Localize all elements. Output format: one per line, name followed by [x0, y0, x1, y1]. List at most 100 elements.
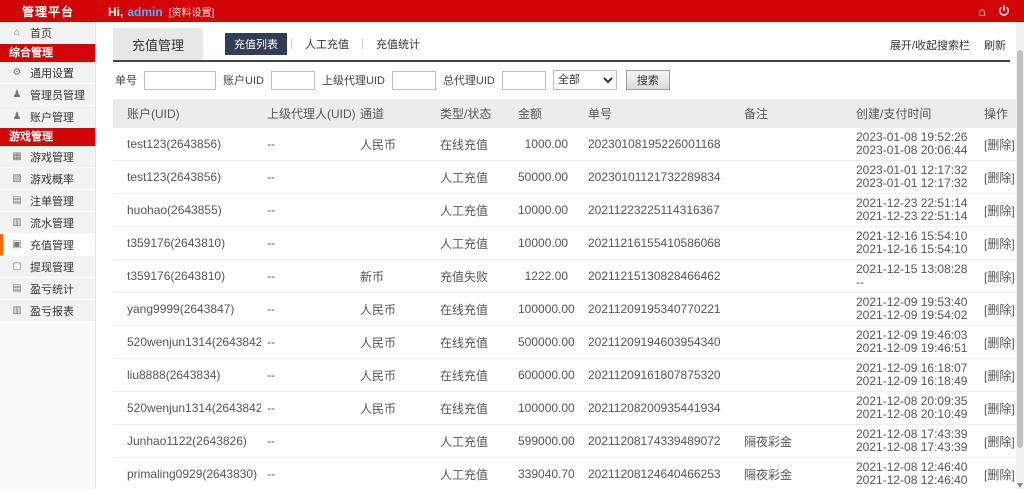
main-content: 充值管理 充值列表 人工充值 充值统计 展开/收起搜索栏 刷新 单号 账户UID… — [97, 22, 1024, 489]
cell-type-status: 人工充值 — [434, 160, 512, 194]
column-header: 类型/状态 — [434, 99, 512, 128]
sidebar-item-home[interactable]: ⌂ 首页 — [0, 22, 95, 44]
cell-account: t359176(2643810) — [113, 226, 261, 260]
delete-link[interactable]: [删除] — [984, 303, 1015, 317]
page-title: 充值管理 — [113, 28, 204, 60]
table-row: t359176(2643810) -- 新币 充值失败 1222.00 2021… — [113, 259, 1024, 293]
cell-order-no: 20211209161807875320 — [582, 358, 738, 392]
column-header: 上级代理人(UID) — [261, 99, 356, 128]
profile-settings-link[interactable]: [资料设置] — [169, 4, 215, 19]
game-icon: ▦ — [12, 151, 22, 162]
delete-link[interactable]: [删除] — [984, 270, 1015, 284]
cell-order-no: 20211216155410586068 — [582, 226, 738, 260]
master-agent-uid-input[interactable] — [501, 70, 546, 90]
sidebar-section-header: 综合管理 — [0, 44, 95, 62]
cell-order-no: 20211223225114316367 — [582, 193, 738, 227]
cell-type-status: 人工充值 — [434, 193, 512, 227]
table-row: Junhao1122(2643826) -- 人工充值 599000.00 20… — [113, 424, 1024, 458]
sidebar-item-admins[interactable]: ♟ 管理员管理 — [0, 84, 95, 106]
table-row: yang9999(2643847) -- 人民币 在线充值 100000.00 … — [113, 292, 1024, 326]
delete-link[interactable]: [删除] — [984, 138, 1015, 152]
stats-icon: ▤ — [12, 283, 22, 294]
flow-icon: ▥ — [12, 217, 22, 228]
delete-link[interactable]: [删除] — [984, 336, 1015, 350]
column-header: 创建/支付时间 — [850, 99, 978, 128]
toggle-search-link[interactable]: 展开/收起搜索栏 — [890, 37, 970, 53]
cell-account: 520wenjun1314(2643842) — [113, 391, 261, 425]
delete-link[interactable]: [删除] — [984, 402, 1015, 416]
column-header: 单号 — [582, 99, 738, 128]
username: admin — [127, 4, 163, 19]
table-row: t359176(2643810) -- 人工充值 10000.00 202112… — [113, 226, 1024, 260]
report-icon: ▥ — [12, 305, 22, 316]
search-button[interactable]: 搜索 — [625, 70, 670, 90]
cell-remark — [738, 292, 850, 326]
delete-link[interactable]: [删除] — [984, 237, 1015, 251]
refresh-link[interactable]: 刷新 — [984, 37, 1006, 53]
cell-agent: -- — [261, 457, 354, 489]
sidebar-section-header: 游戏管理 — [0, 128, 95, 146]
column-header: 账户(UID) — [113, 99, 261, 128]
cell-time: 2021-12-16 15:54:10 2021-12-16 15:54:10 — [850, 226, 978, 260]
tab-separator — [362, 39, 364, 49]
cell-remark — [738, 160, 850, 194]
power-icon[interactable] — [998, 5, 1010, 17]
cell-channel — [354, 160, 434, 194]
sidebar-item-report[interactable]: ▥ 盈亏报表 — [0, 300, 95, 322]
cell-agent: -- — [261, 160, 354, 194]
cell-account: t359176(2643810) — [113, 259, 261, 293]
probability-icon: ▧ — [12, 173, 22, 184]
delete-link[interactable]: [删除] — [984, 435, 1015, 449]
home-icon[interactable]: ⌂ — [978, 5, 986, 18]
tab-2[interactable]: 人工充值 — [296, 33, 358, 55]
account-uid-input[interactable] — [270, 70, 315, 90]
sidebar-item-label: 注单管理 — [30, 195, 74, 208]
sidebar-item-game[interactable]: ▦ 游戏管理 — [0, 146, 95, 168]
cell-channel: 人民币 — [354, 325, 434, 359]
cell-amount: 10000.00 — [512, 226, 582, 260]
table-row: huohao(2643855) -- 人工充值 10000.00 2021122… — [113, 193, 1024, 227]
user-icon: ♟ — [12, 111, 22, 122]
cell-channel — [354, 226, 434, 260]
scrollbar-down-arrow[interactable] — [1017, 483, 1023, 488]
cell-agent: -- — [261, 193, 354, 227]
tab-1[interactable]: 充值列表 — [225, 33, 288, 55]
cell-agent: -- — [261, 325, 354, 359]
cell-agent: -- — [261, 226, 354, 260]
order-no-input[interactable] — [144, 70, 216, 90]
sidebar-item-withdraw[interactable]: ▢ 提现管理 — [0, 256, 95, 278]
delete-link[interactable]: [删除] — [984, 468, 1015, 482]
sidebar-item-gear[interactable]: ⚙ 通用设置 — [0, 62, 95, 84]
cell-channel: 人民币 — [354, 128, 434, 161]
table-row: liu8888(2643834) -- 人民币 在线充值 600000.00 2… — [113, 358, 1024, 392]
cell-time: 2021-12-09 19:53:40 2021-12-09 19:54:02 — [850, 292, 978, 326]
cell-agent: -- — [261, 391, 354, 425]
parent-agent-uid-input[interactable] — [391, 70, 436, 90]
sidebar-item-user[interactable]: ♟ 账户管理 — [0, 106, 95, 128]
search-form: 单号 账户UID 上级代理UID 总代理UID 全部 搜索 — [113, 62, 1010, 99]
sidebar-item-flow[interactable]: ▥ 流水管理 — [0, 212, 95, 234]
cell-time: 2023-01-08 19:52:26 2023-01-08 20:06:44 — [850, 128, 978, 161]
cell-amount: 599000.00 — [512, 424, 582, 458]
table-row: 520wenjun1314(2643842) -- 人民币 在线充值 10000… — [113, 391, 1024, 425]
cell-agent: -- — [261, 128, 354, 161]
recharge-table: 账户(UID) 上级代理人(UID) 通道 类型/状态 金额 单号 备注 创建/支付时间 操作 … — [113, 99, 1024, 489]
type-filter-select[interactable]: 全部 — [552, 70, 617, 90]
cell-remark: 隔夜彩金 — [738, 457, 850, 489]
cell-order-no: 20211215130828466462 — [582, 259, 738, 293]
cell-time: 2021-12-23 22:51:14 2021-12-23 22:51:14 — [850, 193, 978, 227]
scrollbar-thumb[interactable] — [1017, 50, 1023, 448]
cell-amount: 100000.00 — [512, 391, 582, 425]
delete-link[interactable]: [删除] — [984, 204, 1015, 218]
sidebar-item-probability[interactable]: ▧ 游戏概率 — [0, 168, 95, 190]
delete-link[interactable]: [删除] — [984, 171, 1015, 185]
delete-link[interactable]: [删除] — [984, 369, 1015, 383]
vertical-scrollbar[interactable] — [1016, 22, 1024, 489]
cell-time: 2021-12-08 12:46:40 2021-12-08 12:46:40 — [850, 457, 978, 489]
tab-3[interactable]: 充值统计 — [367, 33, 429, 55]
greeting-prefix: Hi, — [108, 4, 124, 19]
sidebar-item-recharge[interactable]: ▣ 充值管理 — [0, 234, 95, 256]
sidebar-item-orders[interactable]: ▤ 注单管理 — [0, 190, 95, 212]
cell-type-status: 在线充值 — [434, 358, 512, 392]
sidebar-item-stats[interactable]: ▤ 盈亏统计 — [0, 278, 95, 300]
